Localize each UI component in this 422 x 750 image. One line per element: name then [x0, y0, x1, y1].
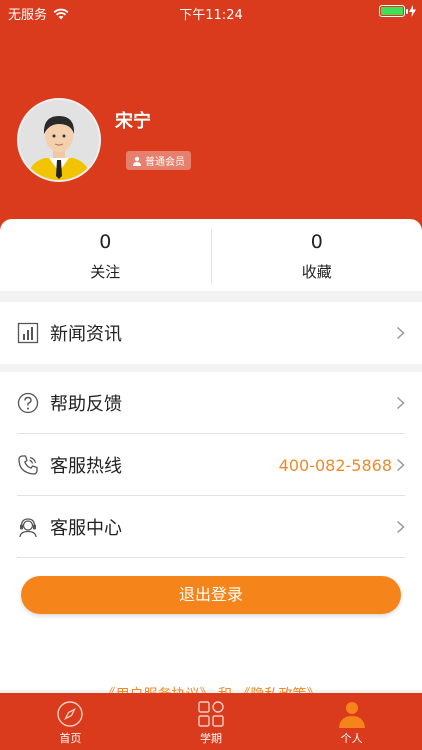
- follow-count: 0: [99, 231, 112, 253]
- chevron-right-icon: [396, 458, 405, 472]
- stat-favorite[interactable]: 0 收藏: [212, 219, 422, 291]
- menu-item-service-center[interactable]: 客服中心: [0, 496, 422, 558]
- follow-label: 关注: [90, 263, 121, 281]
- menu-item-help[interactable]: 帮助反馈: [0, 372, 422, 434]
- favorite-count: 0: [310, 231, 323, 253]
- stats-card: 0 关注 0 收藏: [0, 219, 422, 291]
- news-chart-icon: [17, 322, 39, 344]
- battery-icon: [379, 5, 408, 17]
- chevron-right-icon: [396, 326, 405, 340]
- phone-icon: [18, 455, 38, 475]
- grid-icon: [198, 701, 224, 727]
- menu-item-hotline[interactable]: 客服热线 400-082-5868: [0, 434, 422, 496]
- menu-item-label: 客服热线: [50, 456, 122, 477]
- stat-follow[interactable]: 0 关注: [0, 219, 211, 291]
- logout-button[interactable]: 退出登录: [21, 576, 401, 614]
- tab-semester[interactable]: 学期: [141, 693, 282, 750]
- tab-bar: 首页 学期 个人: [0, 693, 422, 750]
- member-badge: 普通会员: [126, 151, 191, 170]
- avatar[interactable]: [17, 98, 101, 182]
- tab-personal[interactable]: 个人: [281, 693, 422, 750]
- question-icon: [17, 392, 39, 414]
- favorite-label: 收藏: [301, 263, 332, 281]
- chevron-right-icon: [396, 520, 405, 534]
- username: 宋宁: [115, 111, 151, 132]
- tab-home[interactable]: 首页: [0, 693, 141, 750]
- tab-label: 首页: [59, 732, 82, 745]
- menu-item-label: 新闻资讯: [50, 324, 122, 345]
- user-avatar-icon: [19, 100, 99, 180]
- headset-icon: [19, 518, 37, 538]
- member-icon: [133, 156, 141, 166]
- charging-bolt-icon: [409, 5, 416, 17]
- menu-item-news[interactable]: 新闻资讯: [0, 302, 422, 364]
- status-time: 下午11:24: [179, 8, 243, 23]
- tab-label: 学期: [200, 732, 222, 745]
- menu-item-label: 客服中心: [50, 518, 122, 539]
- hotline-number[interactable]: 400-082-5868: [279, 456, 392, 475]
- person-icon: [338, 702, 365, 728]
- status-bar: 无服务 下午11:24: [0, 0, 422, 24]
- tab-label: 个人: [340, 732, 363, 745]
- chevron-right-icon: [396, 396, 405, 410]
- compass-icon: [57, 701, 84, 727]
- menu-item-label: 帮助反馈: [50, 394, 122, 415]
- row-divider: [17, 557, 405, 558]
- member-level-label: 普通会员: [145, 157, 185, 168]
